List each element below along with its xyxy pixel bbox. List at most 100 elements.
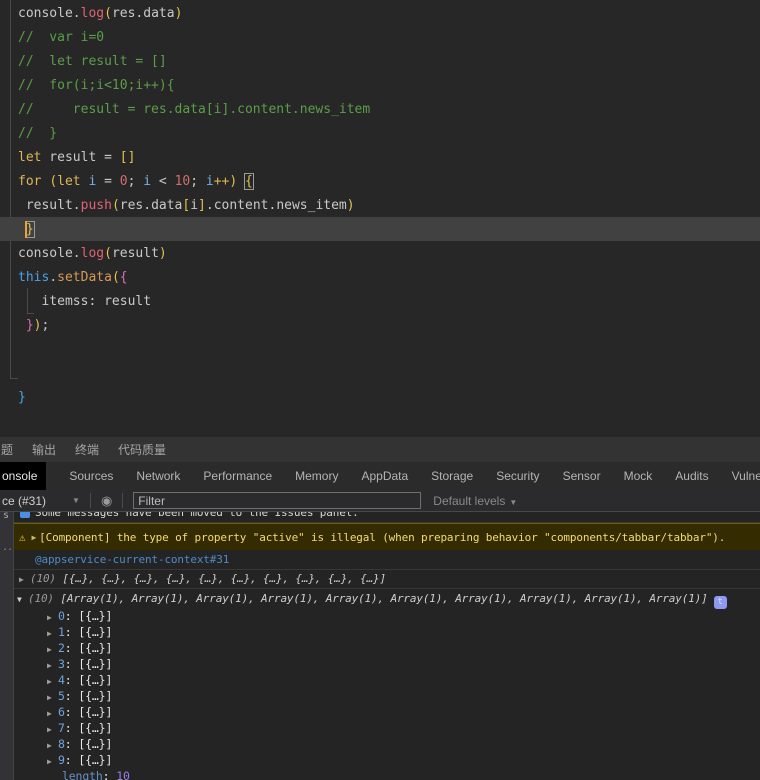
code-line: this.setData({ (18, 266, 370, 290)
panel-tab[interactable]: 代码质量 (118, 441, 166, 458)
code-token: console. (18, 6, 81, 21)
code-token: ; (41, 318, 50, 333)
expand-arrow-icon[interactable]: ▶ (31, 533, 36, 542)
array-item-row: ▶ 3: [{…}] (14, 656, 760, 672)
devtools-tab-sources[interactable]: Sources (69, 462, 113, 490)
console-messages: Some messages have been moved to the Iss… (14, 512, 760, 780)
item-colon: : (64, 625, 79, 639)
indent-guide-tick (10, 378, 18, 379)
code-token: ) (158, 246, 167, 261)
warning-icon: ⚠ (19, 530, 26, 544)
item-value: [{…}] (78, 641, 113, 655)
console-info-message: Some messages have been moved to the Iss… (14, 512, 760, 523)
code-token: i (190, 198, 199, 213)
code-token: ) (229, 174, 238, 189)
code-token: 0 (119, 174, 128, 189)
code-token: // let result = [] (18, 54, 167, 69)
code-token: 10 (174, 174, 191, 189)
code-token: .content.news_item (205, 198, 347, 213)
item-value: [{…}] (78, 657, 113, 671)
devtools-tab-vulner[interactable]: Vulner (732, 462, 760, 490)
panel-tab-bar: 题 输出 终端 代码质量 (0, 437, 760, 462)
code-line: // for(i;i<10;i++){ (18, 74, 370, 98)
item-colon: : (64, 657, 79, 671)
code-token: ++ (213, 174, 230, 189)
code-token: ( (111, 198, 120, 213)
log-levels-label: Default levels (433, 493, 506, 508)
code-token: for (18, 174, 42, 189)
devtools-tab-mock[interactable]: Mock (624, 462, 653, 490)
code-token: this (18, 270, 50, 285)
collapse-arrow-icon[interactable]: ▼ (17, 590, 28, 609)
code-token: ; (190, 174, 206, 189)
console-panel: s .. Some messages have been moved to th… (0, 512, 760, 780)
code-editor[interactable]: console.log(res.data)// var i=0 // let re… (0, 0, 760, 437)
devtools-tab-appdata[interactable]: AppData (361, 462, 408, 490)
devtools-tab-memory[interactable]: Memory (295, 462, 338, 490)
item-colon: : (64, 737, 79, 751)
code-line: // let result = [] (18, 50, 370, 74)
item-index: 2 (58, 641, 65, 655)
item-index: 9 (58, 753, 65, 767)
devtools-tab-storage[interactable]: Storage (431, 462, 473, 490)
console-filter-input[interactable] (133, 492, 422, 509)
expand-arrow-icon[interactable]: ▶ (19, 571, 30, 589)
code-line: // result = res.data[i].content.news_ite… (18, 98, 370, 122)
devtools-tab-network[interactable]: Network (136, 462, 180, 490)
array-length-row: length: 10 (14, 768, 760, 780)
live-expression-eye-icon[interactable]: ◉ (101, 494, 112, 507)
devtools-tab-bar: onsole Sources Network Performance Memory App… (0, 462, 760, 490)
code-token: ( (49, 174, 58, 189)
code-line: // var i=0 (18, 26, 370, 50)
indent-guide (10, 0, 11, 379)
source-link-text[interactable]: @appservice-current-context#31 (35, 553, 229, 566)
code-token: i (205, 174, 214, 189)
code-token: < (151, 174, 175, 189)
chevron-down-icon: ▼ (509, 497, 518, 507)
panel-tab[interactable]: 输出 (32, 441, 56, 458)
code-token: } (24, 221, 35, 238)
devtools-tab-performance[interactable]: Performance (203, 462, 272, 490)
code-token: push (80, 198, 112, 213)
console-warning-message: ⚠ ▶ [Component] the type of property "ac… (14, 523, 760, 550)
console-source-link[interactable]: @appservice-current-context#31 (14, 550, 760, 570)
panel-tab[interactable]: 终端 (75, 441, 99, 458)
console-array-collapsed: ▶ (10) [{…}, {…}, {…}, {…}, {…}, {…}, {…}… (14, 570, 760, 589)
devtools-tab-onsole[interactable]: onsole (0, 462, 47, 490)
code-token: i (143, 174, 152, 189)
item-value: [{…}] (78, 625, 113, 639)
item-value: [{…}] (78, 689, 113, 703)
code-token: ; (127, 174, 144, 189)
item-value: [{…}] (78, 721, 113, 735)
devtools-tab-audits[interactable]: Audits (675, 462, 708, 490)
devtools-tab-sensor[interactable]: Sensor (563, 462, 601, 490)
code-line: } (18, 386, 370, 410)
console-sidebar-strip[interactable]: s .. (0, 512, 14, 780)
wechat-devtools-window: console.log(res.data)// var i=0 // let re… (0, 0, 760, 780)
item-value: [{…}] (78, 753, 113, 767)
item-index: 3 (58, 657, 65, 671)
code-line: let result = [] (18, 146, 370, 170)
execution-context-selector[interactable]: ce (#31) (2, 494, 46, 508)
log-levels-dropdown[interactable]: Default levels ▼ (433, 494, 517, 508)
item-value: [{…}] (78, 737, 113, 751)
item-index: 7 (58, 721, 65, 735)
devtools-tab-security[interactable]: Security (496, 462, 539, 490)
item-index: 6 (58, 705, 65, 719)
code-token: // for(i;i<10;i++){ (18, 78, 175, 93)
chevron-down-icon[interactable]: ▼ (72, 496, 80, 505)
code-token: // result = res.data[i].content.news_ite… (18, 102, 371, 117)
code-token: log (80, 6, 105, 21)
code-token: [] (119, 150, 136, 165)
item-colon: : (64, 705, 79, 719)
code-token: { (119, 270, 128, 285)
item-colon: : (64, 609, 79, 623)
array-item-row: ▶ 8: [{…}] (14, 736, 760, 752)
code-token: console. (18, 246, 81, 261)
length-key: length (62, 769, 103, 780)
code-line: console.log(res.data) (18, 2, 370, 26)
text-cursor (25, 221, 27, 238)
panel-tab[interactable]: 题 (1, 441, 13, 458)
code-token: = (96, 174, 120, 189)
